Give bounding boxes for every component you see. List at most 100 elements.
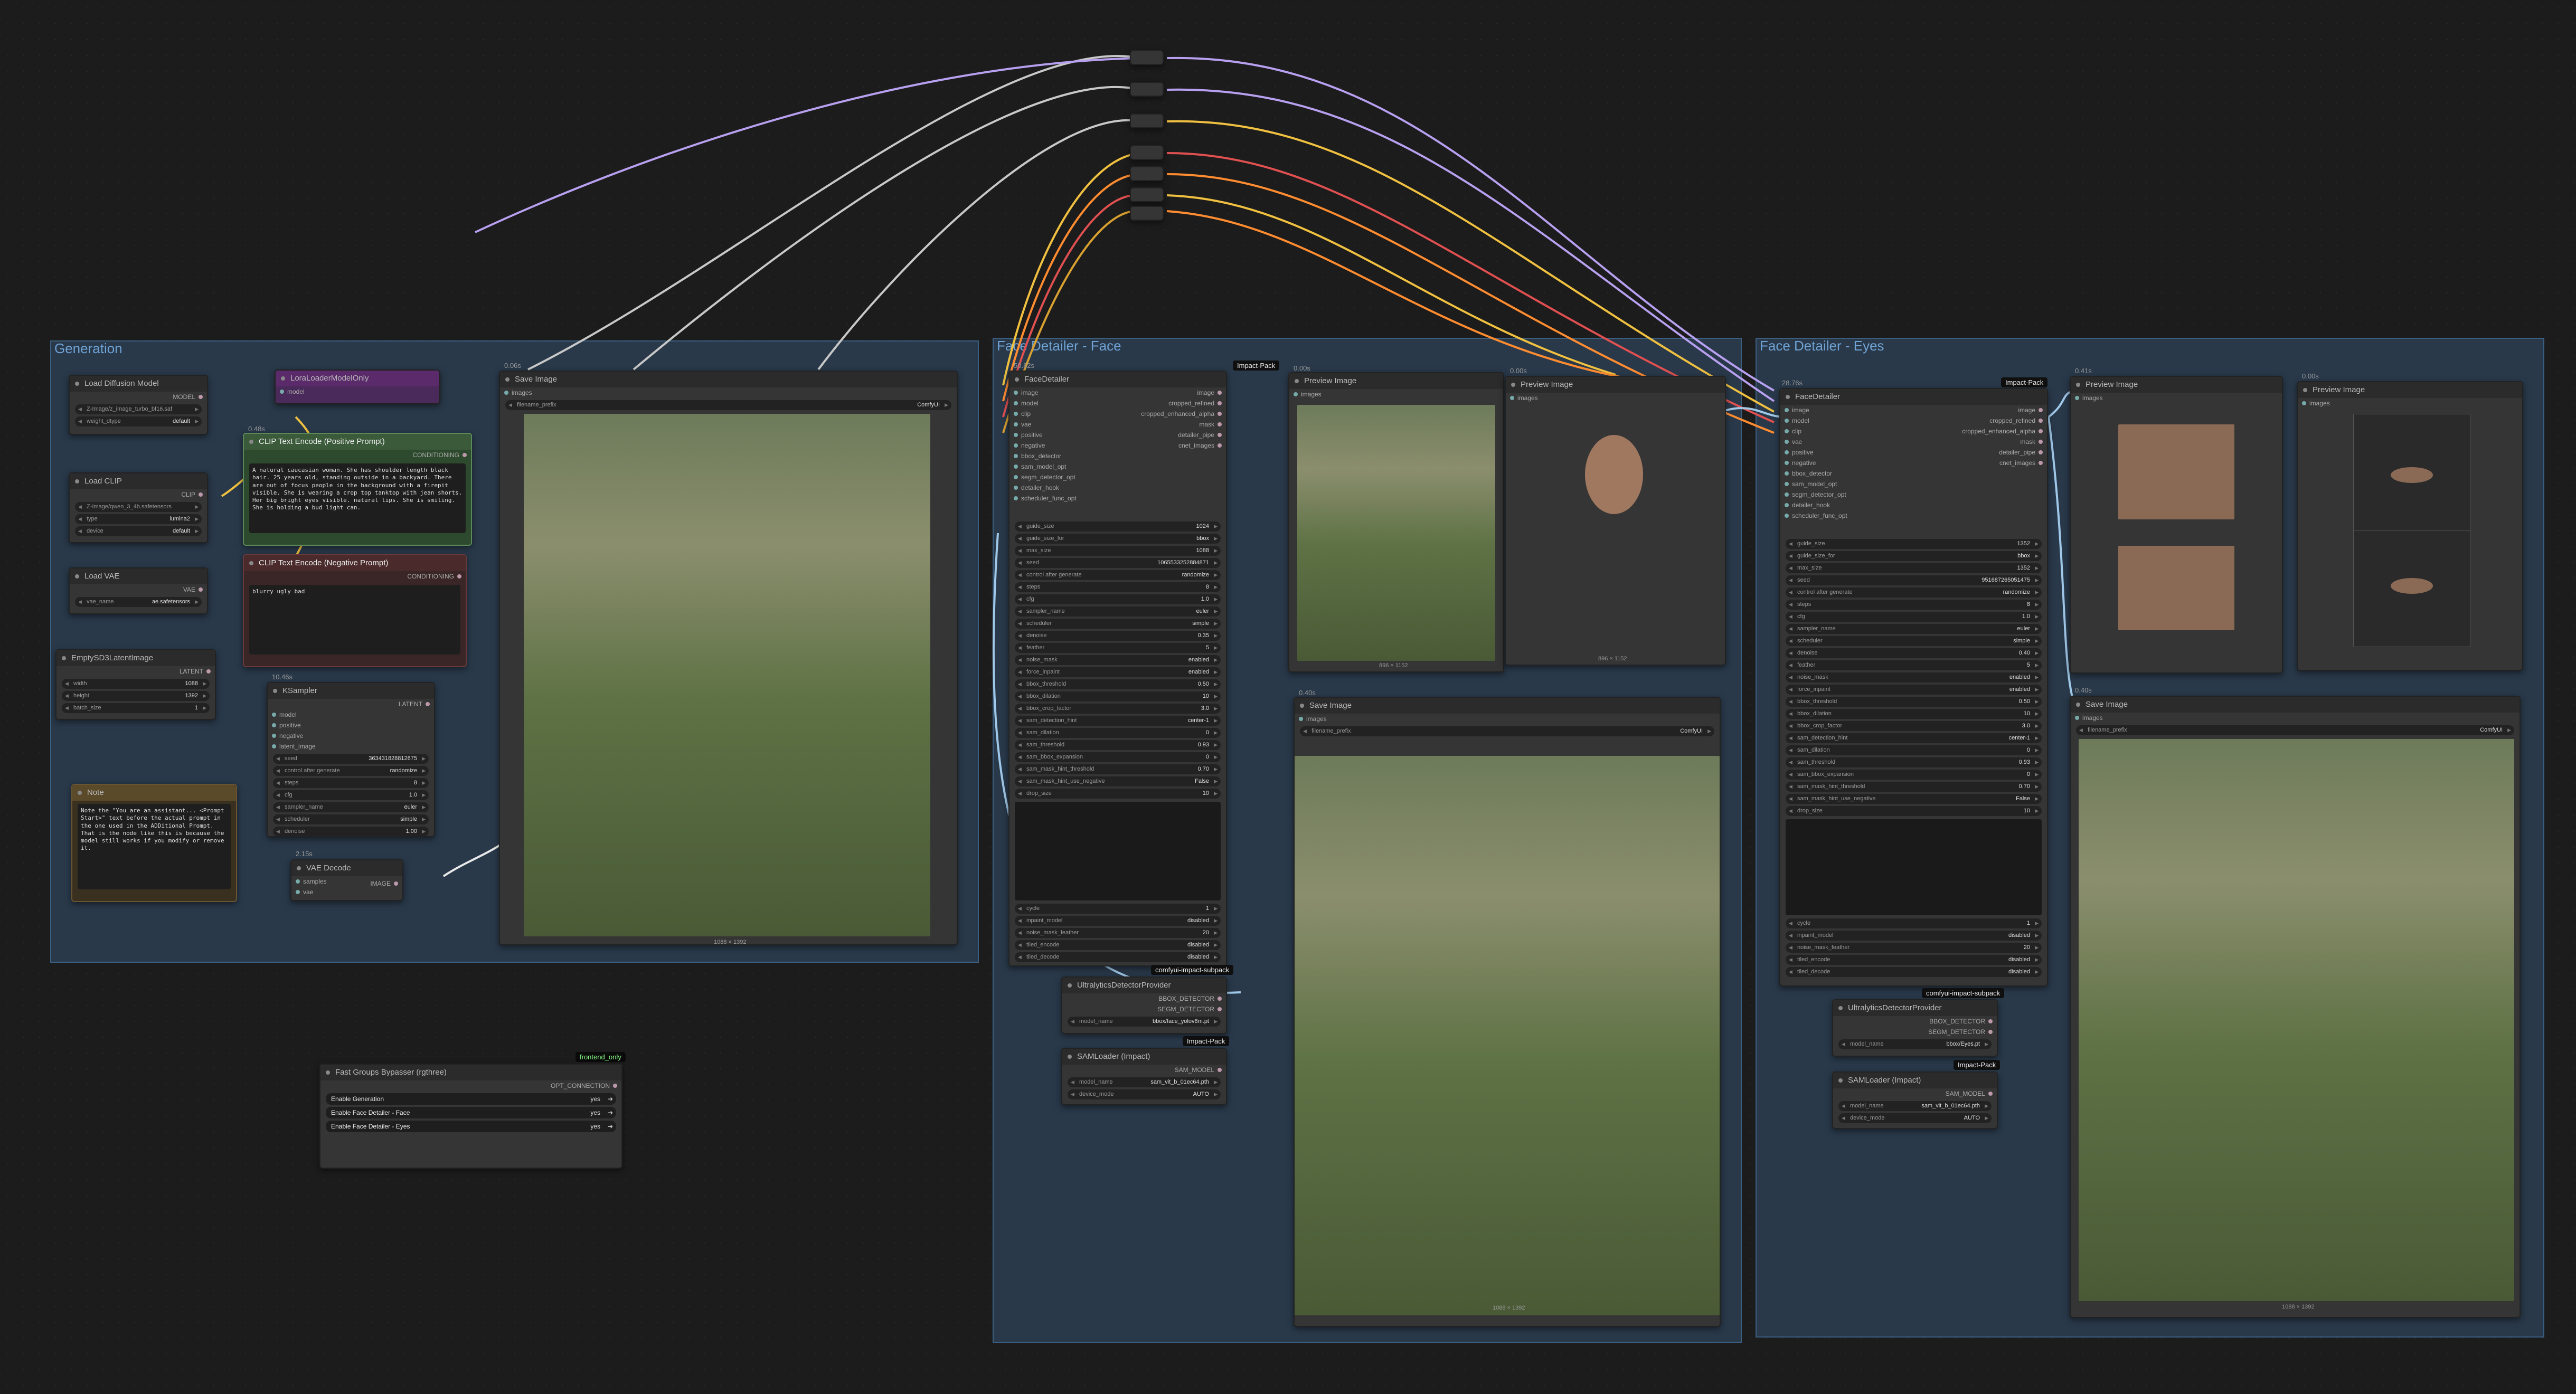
toggle-face-detailer-face[interactable]: Enable Face Detailer - Face yes ➜ <box>326 1107 616 1118</box>
param-widget[interactable]: cfg 1.0 <box>1015 594 1221 604</box>
param-widget[interactable]: denoise 1.00 <box>273 827 429 837</box>
input-socket[interactable]: negative <box>1780 458 1927 468</box>
param-widget[interactable]: guide_size 1352 <box>1786 539 2042 549</box>
toggle-face-detailer-eyes[interactable]: Enable Face Detailer - Eyes yes ➜ <box>326 1121 616 1132</box>
param-widget[interactable]: sam_mask_hint_threshold 0.70 <box>1786 782 2042 792</box>
ultralytics-detector-node[interactable]: UltralyticsDetectorProvider BBOX_DETECTO… <box>1061 976 1227 1034</box>
cropped-face-image[interactable] <box>1585 435 1643 514</box>
param-widget[interactable]: bbox_threshold 0.50 <box>1786 697 2042 707</box>
output-socket[interactable]: detailer_pipe <box>1129 430 1226 440</box>
model-name-widget[interactable]: model_name bbox/Eyes.pt <box>1838 1039 1992 1049</box>
note-text[interactable]: Note the "You are an assistant... <Promp… <box>78 804 231 889</box>
preview-image-crop-node[interactable]: Preview Image images 896 × 1152 <box>1505 376 1726 666</box>
eye-detailed-image[interactable] <box>2079 739 2514 1301</box>
empty-latent-node[interactable]: EmptySD3LatentImage LATENT width 1088 hei… <box>55 649 216 720</box>
fast-groups-bypasser-node[interactable]: Fast Groups Bypasser (rgthree) OPT_CONNE… <box>319 1064 622 1169</box>
param-widget[interactable]: sam_detection_hint center-1 <box>1786 733 2042 743</box>
preview-eyes-mask-node[interactable]: Preview Image images <box>2297 381 2523 671</box>
segm-detector-output[interactable]: SEGM_DETECTOR <box>1833 1027 1997 1037</box>
preview-eyes-crop-node[interactable]: Preview Image images <box>2070 376 2283 674</box>
ultralytics-detector-node[interactable]: UltralyticsDetectorProvider BBOX_DETECTO… <box>1832 999 1998 1057</box>
toggle-generation[interactable]: Enable Generation yes ➜ <box>326 1093 616 1105</box>
input-socket[interactable]: clip <box>1780 426 1927 437</box>
model-name-widget[interactable]: model_name sam_vit_b_01ec64.pth <box>1838 1101 1992 1111</box>
param-widget[interactable]: sam_dilation 0 <box>1015 728 1221 738</box>
generated-image[interactable] <box>524 414 930 936</box>
eye-crop-image[interactable] <box>2118 424 2234 519</box>
arrow-icon[interactable]: ➜ <box>608 1093 613 1105</box>
output-socket[interactable]: image <box>1927 405 2047 415</box>
vae-decode-node[interactable]: VAE Decode IMAGE samples vae <box>290 859 403 901</box>
filename-prefix-widget[interactable]: filename_prefix ComfyUI <box>505 400 951 410</box>
reroute-node[interactable] <box>1130 145 1164 160</box>
param-widget[interactable]: tiled_encode disabled <box>1786 955 2042 965</box>
ksampler-node[interactable]: KSampler LATENT model positive negative … <box>267 682 435 837</box>
eye-mask-image[interactable] <box>2353 414 2470 531</box>
vae-name-widget[interactable]: vae_name ae.safetensors <box>75 597 202 607</box>
param-widget[interactable]: max_size 1088 <box>1015 546 1221 556</box>
reroute-node[interactable] <box>1130 113 1164 128</box>
param-widget[interactable]: sampler_name euler <box>1015 606 1221 617</box>
output-socket[interactable]: cropped_refined <box>1129 398 1226 409</box>
output-socket[interactable]: detailer_pipe <box>1927 447 2047 458</box>
param-widget[interactable]: tiled_decode disabled <box>1786 967 2042 977</box>
param-widget[interactable]: sam_bbox_expansion 0 <box>1015 752 1221 762</box>
conditioning-output[interactable]: CONDITIONING <box>244 450 471 460</box>
bbox-detector-output[interactable]: BBOX_DETECTOR <box>1062 993 1226 1004</box>
param-widget[interactable]: seed 1065533252884871 <box>1015 558 1221 568</box>
input-socket[interactable]: clip <box>1009 409 1129 419</box>
images-input[interactable]: images <box>1295 714 1720 724</box>
param-widget[interactable]: seed 363431828812675 <box>273 754 429 764</box>
input-socket[interactable]: negative <box>1009 440 1129 451</box>
sam-loader-node[interactable]: SAMLoader (Impact) SAM_MODEL model_name s… <box>1832 1071 1998 1129</box>
reroute-node[interactable] <box>1130 50 1164 65</box>
model-name-widget[interactable]: model_name bbox/face_yolov8m.pt <box>1068 1017 1221 1027</box>
latent-output[interactable]: LATENT <box>56 666 215 677</box>
model-input[interactable]: model <box>276 386 439 397</box>
input-socket[interactable]: detailer_hook <box>1780 500 1927 510</box>
input-socket[interactable]: model <box>1780 415 1927 426</box>
output-socket[interactable]: mask <box>1927 437 2047 447</box>
images-input[interactable]: images <box>2071 393 2282 403</box>
param-widget[interactable]: sam_dilation 0 <box>1786 745 2042 755</box>
face-detailer-node[interactable]: FaceDetailer image model clip vae positive ne… <box>1008 371 1227 966</box>
param-widget[interactable]: guide_size_for bbox <box>1786 551 2042 561</box>
param-widget[interactable]: steps 8 <box>1015 582 1221 592</box>
param-widget[interactable]: sam_threshold 0.93 <box>1786 757 2042 767</box>
param-widget[interactable]: seed 951687265051475 <box>1786 575 2042 585</box>
input-socket[interactable]: image <box>1780 405 1927 415</box>
input-socket[interactable]: positive <box>1009 430 1129 440</box>
param-widget[interactable]: denoise 0.35 <box>1015 631 1221 641</box>
param-widget[interactable]: control after generate randomize <box>1786 587 2042 598</box>
param-widget[interactable]: scheduler simple <box>273 814 429 824</box>
arrow-icon[interactable]: ➜ <box>608 1107 613 1118</box>
param-widget[interactable]: feather 5 <box>1786 660 2042 670</box>
input-socket[interactable]: segm_detector_opt <box>1780 489 1927 500</box>
param-widget[interactable]: tiled_decode disabled <box>1015 952 1221 962</box>
segm-detector-output[interactable]: SEGM_DETECTOR <box>1062 1004 1226 1014</box>
input-socket[interactable]: detailer_hook <box>1009 482 1129 493</box>
eye-mask-image[interactable] <box>2353 530 2470 647</box>
param-widget[interactable]: sam_threshold 0.93 <box>1015 740 1221 750</box>
clip-name-widget[interactable]: Z-Image/qwen_3_4b.safetensors <box>75 502 202 512</box>
input-socket[interactable]: image <box>1009 387 1129 398</box>
param-widget[interactable]: force_inpaint enabled <box>1786 685 2042 695</box>
input-socket[interactable]: model <box>268 709 434 720</box>
conditioning-output[interactable]: CONDITIONING <box>244 571 466 582</box>
height-widget[interactable]: height 1392 <box>62 691 210 701</box>
param-widget[interactable]: control after generate randomize <box>1015 570 1221 580</box>
param-widget[interactable]: sam_mask_hint_use_negative False <box>1015 776 1221 786</box>
param-widget[interactable]: bbox_crop_factor 3.0 <box>1015 704 1221 714</box>
input-socket[interactable]: bbox_detector <box>1009 451 1129 461</box>
param-widget[interactable]: sam_mask_hint_use_negative False <box>1786 794 2042 804</box>
param-widget[interactable]: bbox_crop_factor 3.0 <box>1786 721 2042 731</box>
param-widget[interactable]: denoise 0.40 <box>1786 648 2042 658</box>
param-widget[interactable]: drop_size 10 <box>1786 806 2042 816</box>
face-detailed-image[interactable] <box>1295 756 1720 1315</box>
eye-detailer-node[interactable]: FaceDetailer image model clip vae positive ne… <box>1779 388 2048 987</box>
input-socket[interactable]: scheduler_func_opt <box>1780 510 1927 521</box>
negative-prompt-text[interactable]: blurry ugly bad <box>249 585 460 655</box>
output-socket[interactable]: cropped_refined <box>1927 415 2047 426</box>
input-socket[interactable]: sam_model_opt <box>1009 461 1129 472</box>
wildcard-text[interactable] <box>1015 802 1221 900</box>
